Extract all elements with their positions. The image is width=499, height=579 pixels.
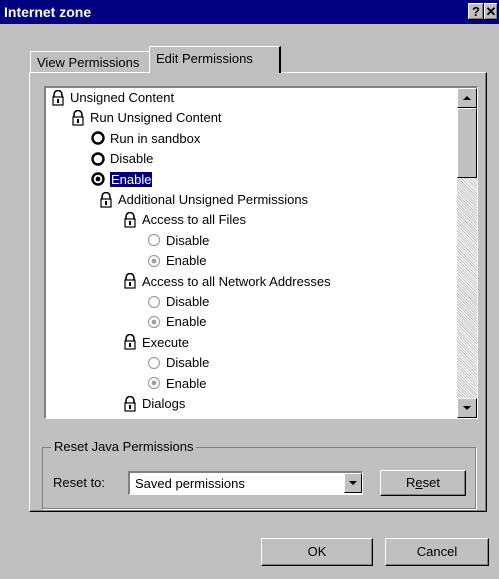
radio-checked-icon[interactable] (90, 171, 106, 187)
cancel-button[interactable]: Cancel (385, 538, 489, 566)
ok-button[interactable]: OK (261, 538, 373, 566)
tree-category[interactable]: Access to all Network Addresses (122, 272, 331, 292)
scroll-up-button[interactable] (457, 88, 477, 108)
lock-icon (122, 395, 138, 412)
tree-item-label: Access to all Files (142, 212, 247, 228)
tree-option[interactable]: Disable (146, 353, 209, 373)
lock-icon (98, 191, 114, 208)
reset-button[interactable]: Reset (380, 470, 466, 496)
tree-option[interactable]: Enable (146, 374, 206, 394)
tree-option[interactable]: Disable (146, 231, 209, 251)
scroll-down-button[interactable] (457, 398, 477, 418)
tree-option[interactable]: Disable (90, 149, 153, 169)
window-title: Internet zone (4, 4, 92, 20)
tree-option[interactable]: Enable (146, 312, 206, 332)
reset-button-label: Reset (406, 475, 440, 490)
tree-category[interactable]: Unsigned Content (50, 88, 174, 108)
tab-edit-permissions[interactable]: Edit Permissions (149, 46, 281, 73)
lock-icon (50, 89, 66, 106)
tree-item-label: Additional Unsigned Permissions (118, 192, 309, 207)
tree-item-label: Enable (108, 170, 154, 188)
dropdown-value: Saved permissions (135, 476, 245, 491)
tree-item-label: Access to all Network Addresses (142, 273, 331, 289)
tree-item-label: Enable (166, 314, 207, 330)
tree-item-label: Execute (142, 334, 189, 350)
radio-unchecked-icon[interactable] (146, 355, 162, 371)
tree-category[interactable]: Additional Unsigned Permissions (98, 190, 308, 210)
lock-icon (70, 109, 86, 126)
tree-item-label: Run Unsigned Content (90, 110, 222, 126)
tree-item-label: Dialogs (142, 396, 186, 411)
help-button[interactable]: ? (468, 3, 484, 20)
lock-icon (122, 272, 138, 289)
arrow-up-icon (463, 96, 471, 100)
radio-unchecked-icon[interactable] (146, 294, 162, 310)
radio-unchecked-icon[interactable] (90, 130, 106, 146)
tree-category[interactable]: Execute (122, 333, 189, 353)
radio-unchecked-icon[interactable] (146, 232, 162, 248)
tree-item-label: Disable (166, 294, 210, 309)
tree-category[interactable]: Run Unsigned Content (70, 108, 222, 128)
tree-item-label: Disable (166, 232, 210, 248)
radio-checked-icon[interactable] (146, 375, 162, 391)
reset-java-permissions-group: Reset Java Permissions Reset to: Saved p… (42, 439, 476, 509)
tree-item-label: Disable (166, 355, 210, 371)
arrow-down-icon (463, 406, 471, 410)
reset-to-dropdown[interactable]: Saved permissions (128, 471, 363, 495)
tree-item-label: Enable (166, 253, 207, 269)
tree-item-label: Unsigned Content (70, 90, 175, 105)
chevron-down-icon (349, 481, 357, 485)
radio-checked-icon[interactable] (146, 253, 162, 269)
tree-option[interactable]: Run in sandbox (90, 129, 200, 149)
tree-option[interactable]: Disable (146, 292, 209, 312)
lock-icon (122, 334, 138, 350)
tree-option[interactable]: Enable (90, 170, 154, 190)
title-bar: Internet zone ? ✕ (0, 0, 499, 24)
radio-checked-icon[interactable] (146, 314, 162, 330)
lock-icon (122, 211, 138, 228)
scroll-thumb[interactable] (457, 108, 477, 178)
tree-item-label: Disable (110, 151, 154, 167)
tree-category[interactable]: Dialogs (122, 394, 185, 414)
reset-to-label: Reset to: (53, 475, 106, 490)
tree-category[interactable]: Access to all Files (122, 210, 246, 230)
vertical-scrollbar[interactable] (457, 88, 477, 418)
tree-option[interactable]: Enable (146, 251, 206, 271)
tree-item-label: Run in sandbox (110, 130, 201, 146)
tree-item-label: Enable (166, 375, 207, 391)
close-button[interactable]: ✕ (484, 3, 498, 20)
dropdown-button[interactable] (344, 473, 362, 493)
permissions-tree[interactable]: Unsigned Content Run Unsigned Content Run … (44, 86, 478, 419)
tab-view-permissions[interactable]: View Permissions (30, 51, 159, 73)
group-legend: Reset Java Permissions (51, 439, 197, 454)
radio-unchecked-icon[interactable] (90, 151, 106, 167)
